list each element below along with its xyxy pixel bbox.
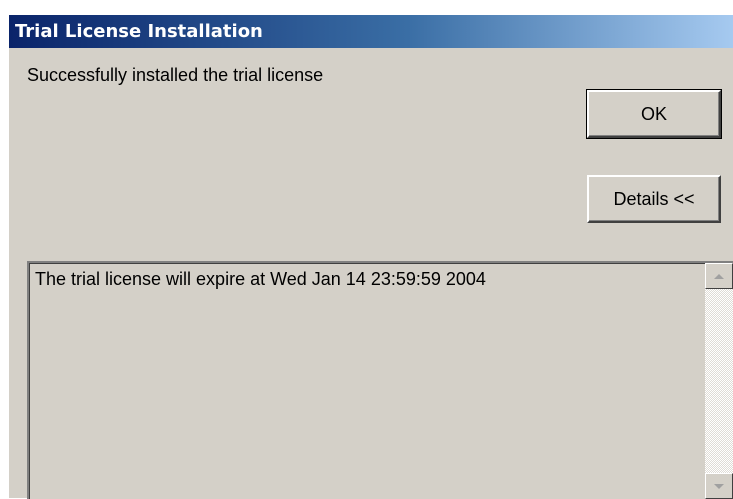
details-text: The trial license will expire at Wed Jan… [35,269,486,289]
ok-button[interactable]: OK [586,89,722,139]
details-text-area[interactable]: The trial license will expire at Wed Jan… [27,261,733,499]
scroll-up-button[interactable] [705,263,733,289]
scroll-down-arrow-icon [714,483,724,489]
scroll-down-button[interactable] [705,473,733,499]
vertical-scrollbar[interactable] [705,263,733,499]
details-toggle-button[interactable]: Details << [587,175,721,223]
status-message: Successfully installed the trial license [27,65,324,85]
scroll-up-arrow-icon [714,273,724,279]
title-bar[interactable]: Trial License Installation [9,15,733,48]
window-title: Trial License Installation [15,21,263,42]
dialog-window: Trial License Installation Successfully … [8,14,733,499]
